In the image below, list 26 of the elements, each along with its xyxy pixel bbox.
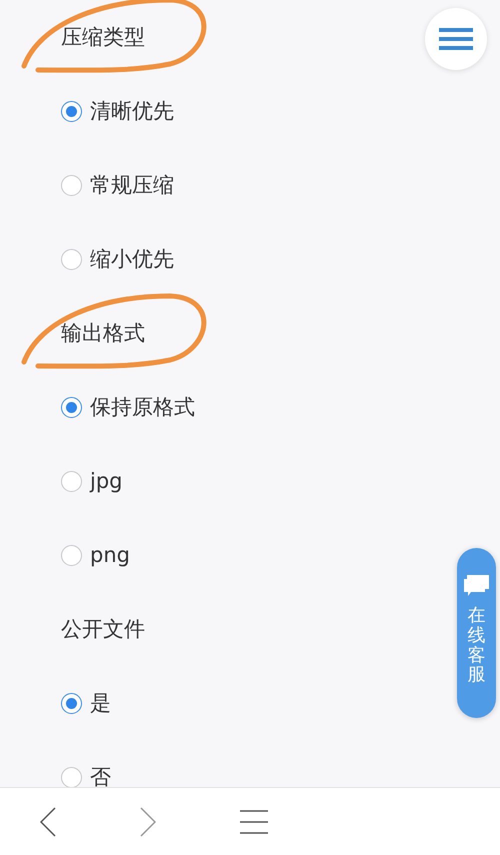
- section-title: 压缩类型: [61, 24, 145, 51]
- radio-button[interactable]: [61, 396, 82, 418]
- radio-button[interactable]: [61, 544, 82, 566]
- option-label: 是: [90, 690, 111, 717]
- radio-button[interactable]: [61, 174, 82, 196]
- radio-button[interactable]: [61, 248, 82, 270]
- menu-icon: [439, 27, 473, 51]
- option-label: 常规压缩: [90, 172, 174, 199]
- option-label: 否: [90, 764, 111, 787]
- chat-icon: [462, 574, 490, 598]
- option-label: 清晰优先: [90, 98, 174, 125]
- section-title: 输出格式: [61, 320, 145, 347]
- forward-icon: [140, 806, 156, 836]
- chat-button[interactable]: 在线客服: [457, 548, 496, 718]
- radio-button[interactable]: [61, 766, 82, 787]
- menu-icon: [240, 810, 268, 834]
- option-label: png: [90, 543, 130, 567]
- radio-button[interactable]: [61, 470, 82, 492]
- section-title: 公开文件: [61, 616, 145, 643]
- option-label: 缩小优先: [90, 246, 174, 273]
- radio-button[interactable]: [61, 100, 82, 122]
- back-icon: [40, 806, 56, 836]
- menu-button[interactable]: [425, 8, 487, 70]
- radio-button[interactable]: [61, 692, 82, 714]
- option-label: jpg: [90, 469, 122, 493]
- option-label: 保持原格式: [90, 394, 195, 421]
